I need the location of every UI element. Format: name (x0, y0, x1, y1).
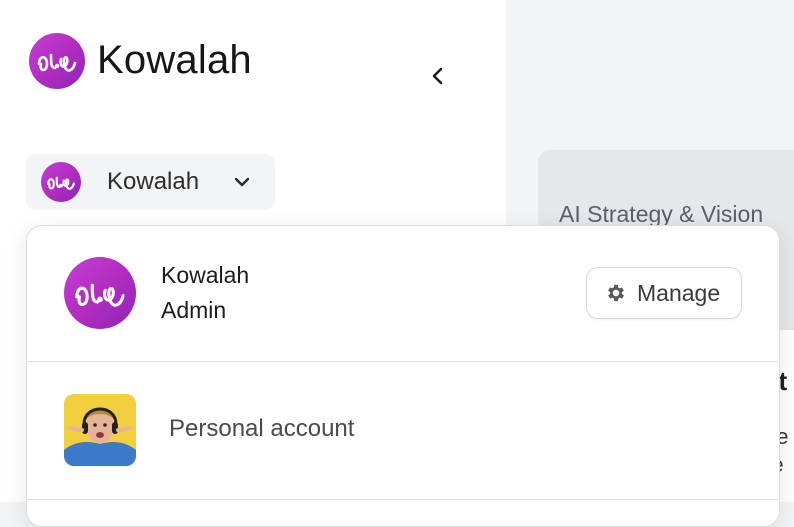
user-photo-avatar (64, 394, 136, 466)
collapse-sidebar-button[interactable] (424, 62, 452, 90)
org-switcher-label: Kowalah (107, 168, 200, 195)
kowalah-logo-icon (41, 162, 81, 202)
kowalah-logo-icon (64, 257, 136, 329)
brand-name: Kowalah (97, 38, 252, 82)
personal-account-item[interactable]: Personal account (27, 362, 779, 499)
kowalah-logo-icon[interactable] (29, 33, 85, 89)
strategy-card-title: AI Strategy & Vision (559, 201, 764, 227)
org-name: Kowalah (161, 262, 250, 288)
divider (27, 499, 779, 500)
gear-icon (608, 284, 624, 302)
personal-account-label: Personal account (169, 415, 355, 442)
chevron-left-icon (432, 67, 443, 85)
org-switcher-dropdown: Kowalah Admin Manage Personal account (26, 225, 780, 527)
chevron-down-icon[interactable] (232, 172, 252, 192)
org-role: Admin (161, 297, 227, 323)
manage-button-label: Manage (637, 280, 721, 306)
manage-button[interactable]: Manage (586, 267, 742, 319)
